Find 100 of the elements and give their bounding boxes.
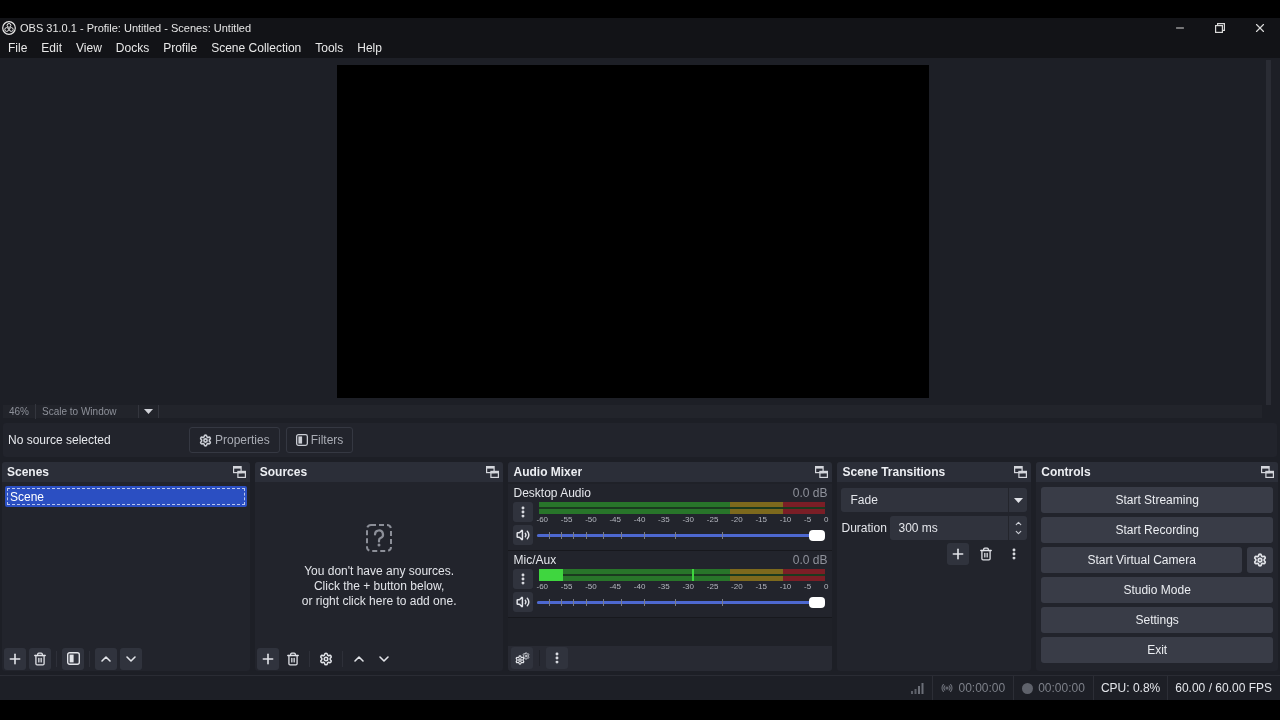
control-button[interactable]: Settings	[1041, 607, 1273, 633]
volume-slider[interactable]	[537, 530, 826, 541]
undock-icon[interactable]	[232, 466, 246, 478]
control-button[interactable]: Start Recording	[1041, 517, 1273, 543]
chevron-up-icon	[1013, 519, 1023, 528]
meter-scale-label: -60	[536, 581, 549, 591]
move-up-button[interactable]	[95, 647, 117, 670]
selection-status: No source selected	[8, 432, 111, 449]
control-button[interactable]: Start Streaming	[1041, 487, 1273, 513]
channel-name: Desktop Audio	[513, 484, 591, 502]
mute-button[interactable]	[513, 525, 534, 545]
channel-menu-button[interactable]	[513, 569, 534, 589]
meter-scale-label: -30	[682, 581, 694, 591]
menu-item[interactable]: Edit	[34, 39, 70, 57]
menu-item[interactable]: Help	[350, 39, 389, 57]
fps-readout: 60.00 / 60.00 FPS	[1175, 680, 1272, 697]
dock-title: Scenes	[7, 464, 50, 481]
menu-item[interactable]: File	[1, 39, 35, 57]
question-mark-icon	[366, 524, 393, 552]
meter-scale-label: -15	[755, 581, 767, 591]
channel-menu-button[interactable]	[513, 502, 534, 522]
meter-scale-label: -10	[779, 514, 792, 524]
speaker-icon	[516, 528, 531, 542]
undock-icon[interactable]	[815, 466, 829, 478]
control-button[interactable]: Exit	[1041, 637, 1273, 663]
caret-icon	[1013, 497, 1023, 503]
dock-title: Controls	[1041, 464, 1091, 481]
mixer-menu-button[interactable]	[546, 647, 569, 669]
add-source-button[interactable]	[256, 647, 279, 670]
dock-title: Scene Transitions	[842, 464, 946, 481]
dock-title: Audio Mixer	[513, 464, 583, 481]
scene-filters-button[interactable]	[62, 647, 84, 670]
filter-icon	[66, 652, 80, 665]
undock-icon[interactable]	[1261, 466, 1274, 478]
filters-button[interactable]: Filters	[285, 427, 354, 453]
window-title: OBS 31.0.1 - Profile: Untitled - Scenes: Untitled	[20, 20, 252, 36]
trash-icon	[979, 547, 994, 561]
meter-scale-label: -5	[804, 581, 812, 591]
volume-reading: 0.0 dB	[792, 551, 828, 569]
dock-title: Sources	[259, 464, 308, 481]
meter-scale-label: -20	[731, 514, 743, 524]
gear-icon	[1253, 553, 1267, 567]
gears-icon	[514, 651, 530, 665]
menu-item[interactable]: Scene Collection	[204, 39, 309, 57]
meter-scale-label: -45	[609, 581, 621, 591]
slider-thumb[interactable]	[809, 530, 826, 541]
stream-time: 00:00:00	[958, 680, 1006, 697]
undock-icon[interactable]	[1014, 466, 1028, 478]
meter-scale-label: -5	[804, 514, 812, 524]
meter-scale-label: 0	[823, 514, 829, 524]
meter-scale-label: -55	[560, 514, 573, 524]
menu-item[interactable]: Tools	[308, 39, 351, 57]
move-down-button[interactable]	[120, 647, 142, 670]
restore-icon	[1215, 23, 1225, 33]
scale-mode-dropdown[interactable]: Scale to Window	[36, 405, 159, 418]
cpu-usage: CPU: 0.8%	[1100, 680, 1161, 697]
zoom-level: 46%	[3, 404, 36, 419]
mute-button[interactable]	[513, 592, 534, 612]
meter-scale-label: -60	[536, 514, 549, 524]
meter-scale-label: -50	[585, 514, 597, 524]
meter-scale-label: -40	[633, 581, 646, 591]
trash-icon	[285, 651, 300, 666]
record-time: 00:00:00	[1038, 680, 1085, 697]
virtual-camera-settings-button[interactable]	[1247, 547, 1273, 573]
control-button[interactable]: Start Virtual Camera	[1041, 547, 1242, 573]
add-scene-button[interactable]	[4, 647, 26, 670]
broadcast-icon	[941, 682, 954, 694]
meter-scale-label: -30	[682, 514, 694, 524]
menu-item[interactable]: View	[69, 39, 109, 57]
remove-scene-button[interactable]	[29, 647, 51, 670]
meter-scale-label: -35	[658, 581, 670, 591]
menu-item[interactable]: Docks	[108, 39, 157, 57]
meter-scale-label: -50	[585, 581, 597, 591]
meter-scale-label: -25	[706, 514, 719, 524]
meter-scale-label: -45	[609, 514, 621, 524]
slider-thumb[interactable]	[809, 597, 826, 608]
volume-reading: 0.0 dB	[792, 484, 828, 502]
channel-name: Mic/Aux	[513, 551, 557, 569]
caret-icon	[144, 409, 153, 414]
properties-button[interactable]: Properties	[189, 427, 280, 453]
app-logo-icon	[2, 21, 16, 35]
duration-spin-box[interactable]: 300 ms	[890, 516, 1028, 540]
control-button[interactable]: Studio Mode	[1041, 577, 1273, 603]
speaker-icon	[516, 595, 531, 609]
close-icon	[1253, 21, 1267, 35]
signal-bars-icon	[911, 682, 925, 694]
meter-scale-label: -55	[560, 581, 573, 591]
meter-scale-label: -40	[633, 514, 646, 524]
advanced-audio-button[interactable]	[511, 647, 534, 669]
meter-scale-label: -35	[658, 514, 670, 524]
scene-list-item[interactable]: Scene	[5, 486, 247, 507]
undock-icon[interactable]	[486, 466, 500, 478]
meter-scale-label: -15	[755, 514, 767, 524]
meter-scale-label: 0	[823, 581, 829, 591]
volume-slider[interactable]	[537, 597, 826, 608]
meter-scale-label: -20	[731, 581, 743, 591]
menu-item[interactable]: Profile	[156, 39, 205, 57]
transition-dropdown[interactable]: Fade	[841, 488, 1028, 512]
empty-sources-message: You don't have any sources. Click the + button below, or right click here to add one.	[301, 564, 457, 609]
add-transition-button[interactable]	[947, 543, 970, 565]
